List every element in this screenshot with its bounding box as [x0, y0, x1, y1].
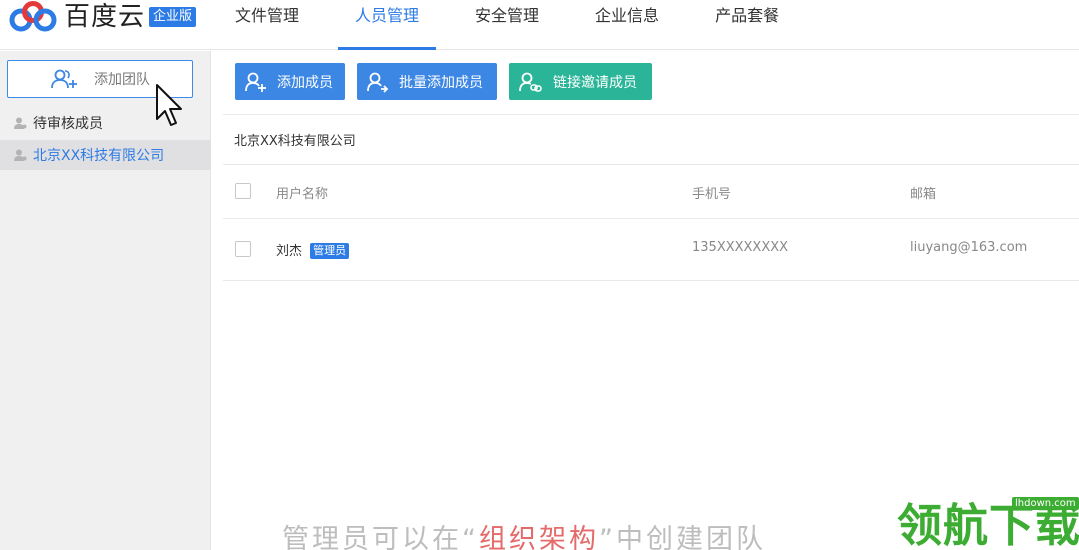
- nav-product-plans[interactable]: 产品套餐: [698, 0, 796, 50]
- divider: [223, 114, 1079, 115]
- edition-badge: 企业版: [149, 7, 197, 27]
- nav-file-management[interactable]: 文件管理: [218, 0, 316, 50]
- sidebar-item-label: 北京XX科技有限公司: [33, 148, 165, 164]
- top-bar: 百度云 企业版 文件管理 人员管理 安全管理 企业信息 产品套餐: [0, 0, 1079, 50]
- caption-after: 中创建团队: [616, 524, 766, 550]
- divider: [223, 164, 1079, 165]
- user-name: 刘杰: [276, 244, 303, 259]
- add-member-button[interactable]: 添加成员: [235, 63, 345, 100]
- divider: [223, 218, 1079, 219]
- bulk-add-member-label: 批量添加成员: [399, 74, 483, 91]
- user-link-icon: [519, 72, 542, 92]
- user-add-icon: [245, 72, 266, 92]
- add-member-label: 添加成员: [277, 74, 333, 91]
- column-header-phone: 手机号: [692, 187, 732, 202]
- link-invite-label: 链接邀请成员: [553, 74, 637, 91]
- nav-people-management[interactable]: 人员管理: [338, 0, 437, 50]
- user-icon: [14, 149, 27, 161]
- add-team-label: 添加团队: [94, 72, 150, 88]
- email-cell: liuyang@163.com: [910, 240, 1028, 255]
- nav-security-management[interactable]: 安全管理: [458, 0, 556, 50]
- org-title: 北京XX科技有限公司: [234, 134, 356, 149]
- caption-highlight: 组织架构: [479, 524, 599, 550]
- mouse-pointer-icon: [156, 84, 182, 126]
- user-add-icon: [367, 72, 389, 93]
- phone-cell: 135XXXXXXXX: [692, 240, 789, 255]
- users-add-icon: [51, 69, 77, 89]
- column-header-email: 邮箱: [910, 187, 937, 202]
- baidu-cloud-logo-icon: [9, 1, 57, 32]
- watermark-url: lhdown.com: [1012, 497, 1079, 510]
- main-nav: 文件管理 人员管理 安全管理 企业信息 产品套餐: [218, 0, 818, 50]
- user-icon: [14, 117, 27, 129]
- caption-quote-close: ”: [599, 524, 616, 550]
- subtitle-caption: 管理员可以在“组织架构”中创建团队: [282, 517, 766, 550]
- row-checkbox[interactable]: [235, 241, 251, 257]
- bulk-add-member-button[interactable]: 批量添加成员: [357, 63, 497, 100]
- divider: [223, 280, 1079, 281]
- select-all-checkbox[interactable]: [235, 183, 251, 199]
- logo-text: 百度云: [64, 2, 146, 32]
- link-invite-button[interactable]: 链接邀请成员: [509, 63, 652, 100]
- nav-enterprise-info[interactable]: 企业信息: [578, 0, 676, 50]
- admin-badge: 管理员: [310, 243, 350, 259]
- caption-before: 管理员可以在: [282, 524, 462, 550]
- user-name-cell: 刘杰 管理员: [276, 240, 350, 259]
- sidebar-item-company[interactable]: 北京XX科技有限公司: [0, 140, 211, 170]
- logo[interactable]: 百度云 企业版: [8, 0, 197, 34]
- column-header-username: 用户名称: [276, 187, 329, 202]
- sidebar-item-label: 待审核成员: [33, 116, 103, 132]
- caption-quote-open: “: [462, 524, 479, 550]
